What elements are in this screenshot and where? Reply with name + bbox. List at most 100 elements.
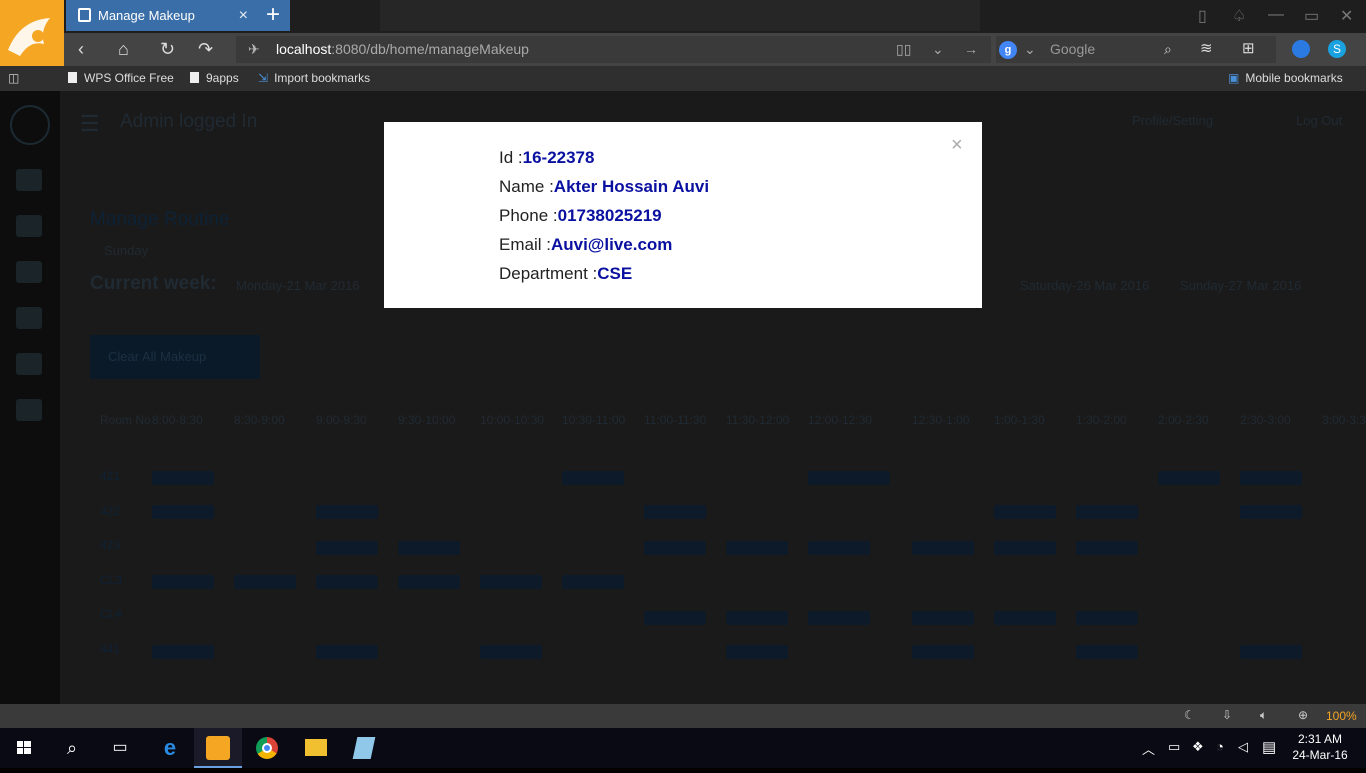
sidebar xyxy=(0,91,60,704)
doc-icon xyxy=(190,72,199,83)
routine-icon[interactable] xyxy=(16,261,42,283)
network-icon[interactable]: ◔ xyxy=(1216,739,1224,754)
clock-time: 2:31 AM xyxy=(1297,732,1343,746)
notepad-icon[interactable] xyxy=(340,728,388,768)
id-label: Id : xyxy=(499,148,523,167)
reload-icon[interactable]: ↻ xyxy=(160,39,175,60)
wifi-icon[interactable]: ≋ xyxy=(1200,39,1213,57)
skin-icon[interactable]: ♤ xyxy=(1232,6,1246,26)
info-email: Email :Auvi@live.com xyxy=(499,235,672,255)
uc-browser-logo[interactable] xyxy=(0,0,64,66)
home-icon[interactable] xyxy=(16,307,42,329)
go-icon[interactable]: → xyxy=(964,36,978,63)
column-header: 3:00-3:30 xyxy=(1322,413,1366,427)
chrome-icon[interactable] xyxy=(242,728,290,768)
modal-close-icon[interactable]: × xyxy=(951,134,963,157)
search-engine-dropdown-icon[interactable]: ⌄ xyxy=(1024,36,1036,63)
sidebar-logo xyxy=(10,105,50,145)
clear-all-makeup-button[interactable]: Clear All Makeup xyxy=(90,335,260,379)
column-header: 11:30-12:00 xyxy=(726,413,790,427)
reader-mode-icon[interactable]: ▯▯ xyxy=(896,36,911,63)
room-label: 422 xyxy=(100,503,121,518)
users-icon[interactable] xyxy=(16,169,42,191)
phone-value: 01738025219 xyxy=(557,206,662,225)
mobile-bookmarks-icon: ▣ xyxy=(1228,71,1240,85)
routine-table: Room No 8:00-8:30 8:30-9:00 9:00-9:30 9:30-1… xyxy=(90,411,1366,671)
column-header: 1:30-2:00 xyxy=(1076,413,1127,427)
edge-icon[interactable]: e xyxy=(146,728,194,768)
night-mode-icon[interactable]: ☾ xyxy=(1184,708,1195,722)
tablet-mode-icon[interactable]: ▯ xyxy=(1198,6,1207,26)
windows-taskbar: ⌕ ▭ e ︿ ▭ ❖ ◔ ◁ ▤ 2:31 AM 24-Mar-16 xyxy=(0,728,1366,768)
notifications-icon[interactable]: ▤ xyxy=(1262,738,1276,756)
file-explorer-icon[interactable] xyxy=(292,728,340,768)
id-value: 16-22378 xyxy=(522,148,595,167)
undo-close-icon[interactable]: ↷ xyxy=(198,39,213,60)
page-icon xyxy=(78,8,91,22)
back-icon[interactable]: ‹ xyxy=(78,39,84,60)
room-label: 423 xyxy=(100,538,121,552)
tab-manage-makeup[interactable]: Manage Makeup × xyxy=(66,0,256,31)
apps-grid-icon[interactable]: ⊞ xyxy=(1242,39,1255,57)
nav-logout[interactable]: Log Out xyxy=(1296,113,1342,128)
bookmark-wps[interactable]: WPS Office Free xyxy=(68,71,174,85)
task-view-icon[interactable]: ▭ xyxy=(96,728,144,768)
book-icon[interactable] xyxy=(16,399,42,421)
column-header: 8:00-8:30 xyxy=(152,413,203,427)
address-toolbar: ‹ ⌂ ↻ ↷ ✈ localhost:8080/db/home/manageM… xyxy=(64,33,1366,66)
tab-bar: Manage Makeup × + ▯ ♤ — ▭ ✕ xyxy=(64,0,1366,33)
bookmark-mobile[interactable]: ▣ Mobile bookmarks xyxy=(1228,71,1343,85)
search-icon[interactable]: ⌕ xyxy=(48,728,96,768)
dropdown-icon[interactable]: ⌄ xyxy=(932,36,944,63)
day-select[interactable]: Sunday xyxy=(104,243,148,258)
column-header: 2:00-2:30 xyxy=(1158,413,1209,427)
bookmark-panel-icon[interactable]: ◫ xyxy=(8,71,19,85)
bookmark-9apps[interactable]: 9apps xyxy=(190,71,239,85)
new-tab-button[interactable]: + xyxy=(256,0,290,31)
email-label: Email : xyxy=(499,235,551,254)
home-icon[interactable]: ⌂ xyxy=(118,39,129,60)
minimize-icon[interactable]: — xyxy=(1268,6,1284,24)
search-placeholder: Google xyxy=(1050,41,1096,57)
dropbox-icon[interactable]: ❖ xyxy=(1192,739,1204,755)
show-hidden-icons[interactable]: ︿ xyxy=(1142,739,1155,758)
google-icon[interactable]: g xyxy=(999,41,1017,59)
student-info-modal: × Id :16-22378 Name :Akter Hossain Auvi … xyxy=(384,122,982,308)
download-icon[interactable]: ⇩ xyxy=(1222,708,1232,722)
tab-close-icon[interactable]: × xyxy=(239,0,248,31)
url-field[interactable]: ✈ localhost:8080/db/home/manageMakeup ▯▯… xyxy=(236,36,991,63)
phone-label: Phone : xyxy=(499,206,558,225)
column-header: 1:00-1:30 xyxy=(994,413,1045,427)
skype-icon[interactable]: S xyxy=(1328,40,1346,58)
room-label: 421 xyxy=(100,469,121,483)
clock[interactable]: 2:31 AM 24-Mar-16 xyxy=(1290,731,1350,763)
column-header: 10:30-11:00 xyxy=(562,413,626,427)
close-window-icon[interactable]: ✕ xyxy=(1340,6,1353,26)
url-path: :8080/db/home/manageMakeup xyxy=(331,41,529,57)
bookmark-import[interactable]: ⇲ Import bookmarks xyxy=(258,71,370,85)
department-value: CSE xyxy=(597,264,633,283)
volume-icon[interactable]: 🔈︎ xyxy=(1260,708,1267,723)
zoom-icon[interactable]: ⊕ xyxy=(1298,708,1308,722)
zoom-level[interactable]: 100% xyxy=(1326,709,1357,723)
column-header: 9:00-9:30 xyxy=(316,413,367,427)
table-icon[interactable] xyxy=(16,353,42,375)
extension-icon[interactable] xyxy=(1292,40,1310,58)
url-host: localhost xyxy=(276,41,332,57)
search-field[interactable]: g ⌄ Google ⌕ xyxy=(996,36,1276,63)
info-department: Department :CSE xyxy=(499,264,632,284)
secure-icon: ✈ xyxy=(248,41,260,57)
start-button[interactable] xyxy=(0,728,48,768)
info-phone: Phone :01738025219 xyxy=(499,206,662,226)
maximize-icon[interactable]: ▭ xyxy=(1304,6,1319,26)
speaker-icon[interactable]: ◁ xyxy=(1238,739,1248,755)
menu-toggle-icon[interactable]: ☰ xyxy=(80,111,100,137)
week-day: Saturday-26 Mar 2016 xyxy=(1020,278,1150,293)
column-header: 2:30-3:00 xyxy=(1240,413,1291,427)
battery-icon[interactable]: ▭ xyxy=(1168,739,1180,755)
uc-browser-taskbar-icon[interactable] xyxy=(194,728,242,768)
room-label: CL4 xyxy=(100,607,123,621)
search-icon[interactable]: ⌕ xyxy=(1164,36,1172,63)
nav-profile[interactable]: Profile/Setting xyxy=(1132,113,1213,128)
calendar-icon[interactable] xyxy=(16,215,42,237)
